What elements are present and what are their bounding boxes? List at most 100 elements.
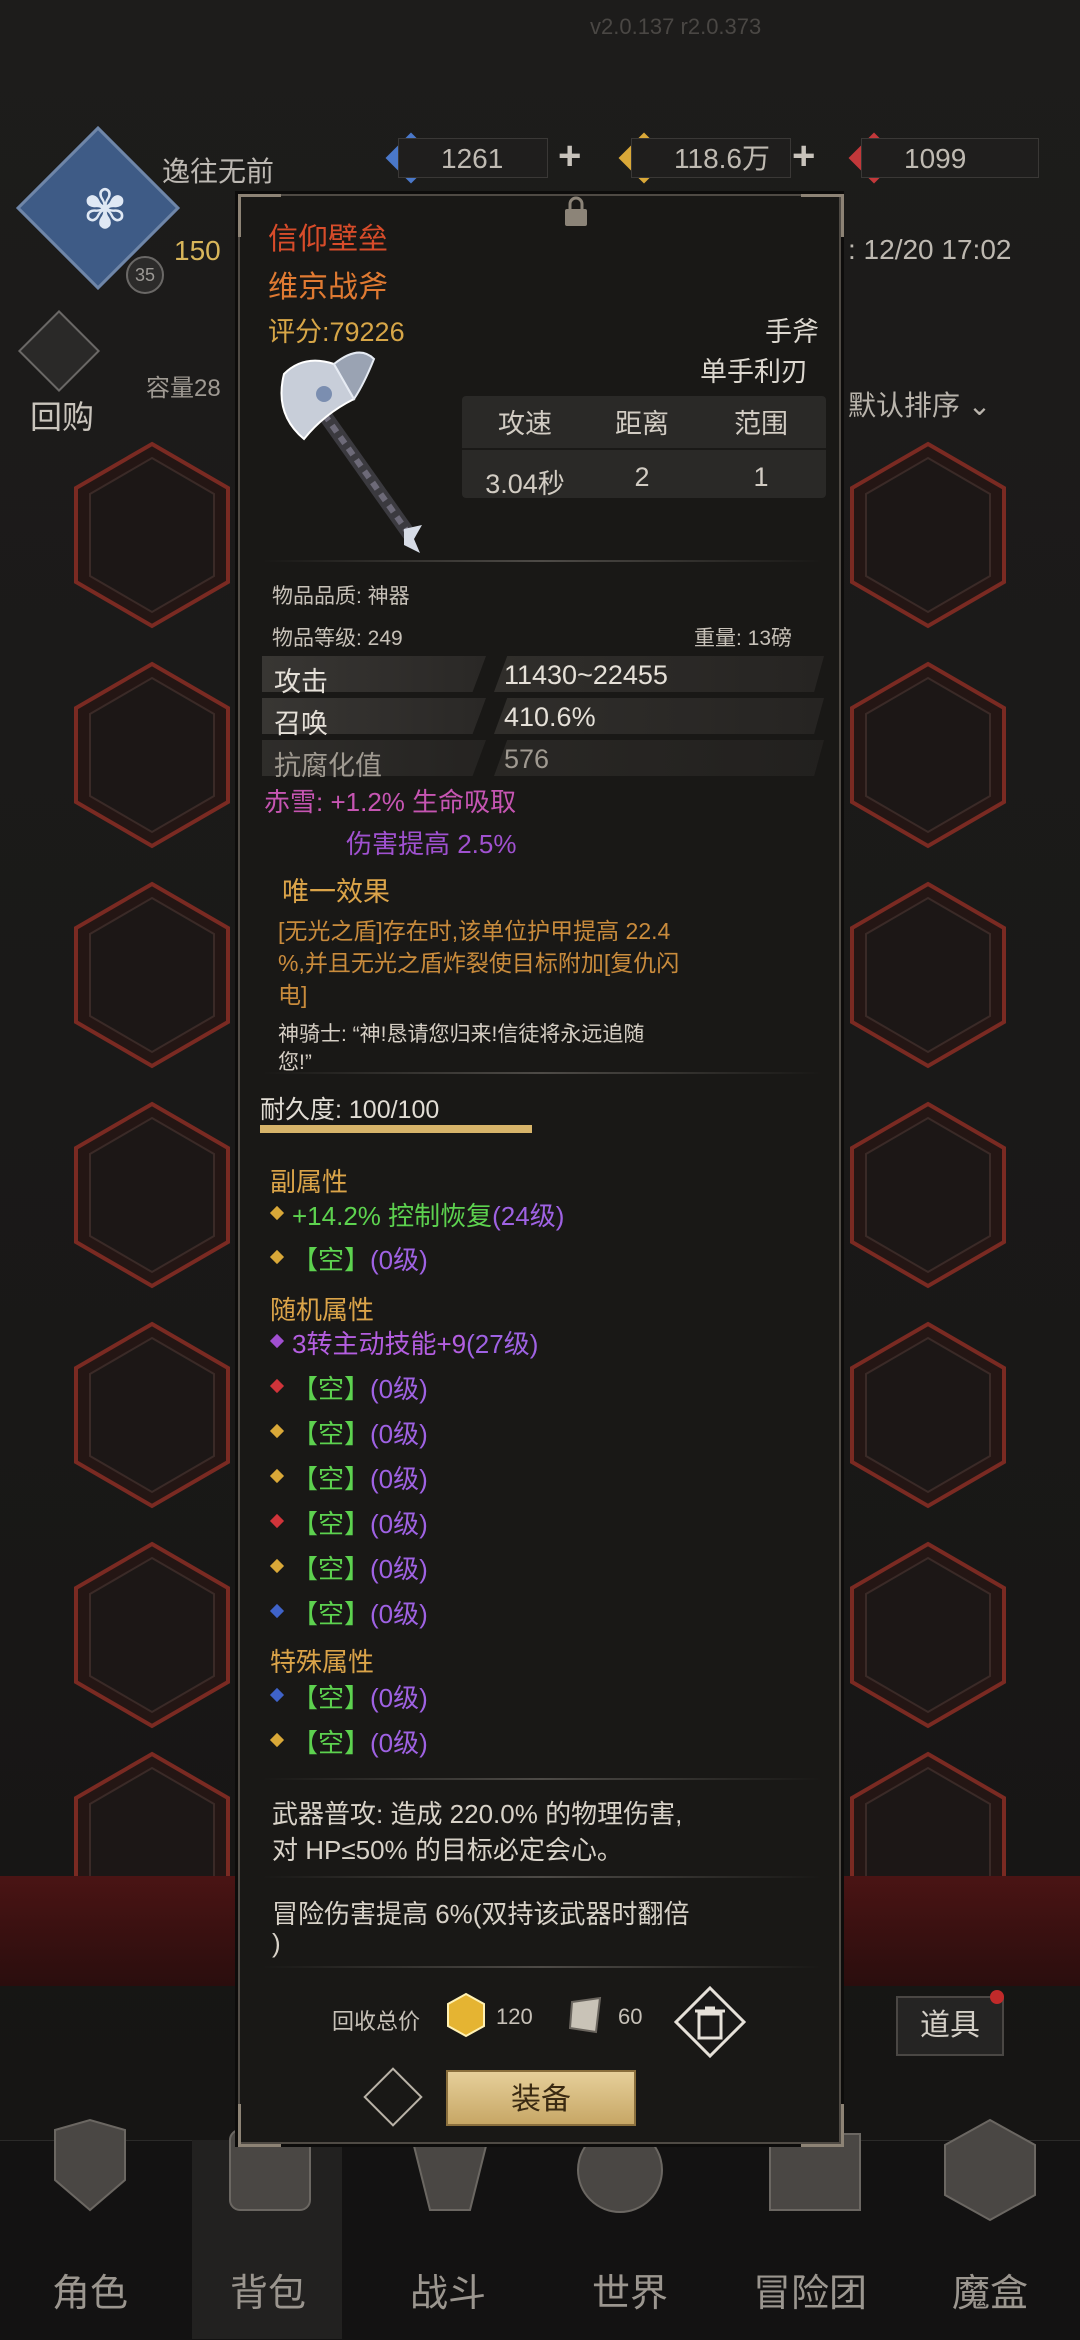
unique-effect-line: 电]: [278, 982, 308, 1008]
attribute-text: 【空】: [292, 1509, 371, 1539]
inventory-slot[interactable]: [848, 660, 1008, 850]
attribute-text: 【空】: [292, 1419, 371, 1449]
attribute-text: 【空】: [292, 1599, 371, 1629]
unique-effect-line: %,并且无光之盾炸裂使目标附加[复仇闪: [278, 950, 680, 976]
attribute-line: 【空】(0级): [292, 1594, 428, 1631]
attribute-value: 576: [504, 744, 550, 774]
item-set-name: 信仰壁垒: [268, 223, 388, 256]
unique-effect-title: 唯一效果: [282, 877, 390, 907]
stats-divider: [462, 448, 826, 450]
inventory-slot[interactable]: [72, 1320, 232, 1510]
nav-item-battle[interactable]: 战斗: [358, 2262, 538, 2317]
trash-icon[interactable]: [674, 1986, 746, 2058]
inventory-slot[interactable]: [72, 440, 232, 630]
attribute-text: 【空】: [292, 1728, 371, 1758]
divider: [262, 1966, 822, 1968]
player-name: 逸往无前: [162, 156, 275, 187]
durability-bar: [260, 1125, 532, 1133]
attribute-row-corruption-resist: 抗腐化值 576: [262, 740, 826, 781]
equip-button[interactable]: 装备: [446, 2070, 636, 2126]
notification-dot: [990, 1990, 1004, 2004]
attribute-line: 【空】(0级): [292, 1723, 428, 1760]
attribute-line: 【空】(0级): [292, 1504, 428, 1541]
stat-header-area: 范围: [734, 409, 788, 439]
attribute-text: 【空】: [292, 1683, 371, 1713]
set-bonus-2: 伤害提高 2.5%: [346, 829, 517, 859]
inventory-slot[interactable]: [72, 660, 232, 850]
cube-icon: [944, 2118, 1036, 2222]
item-level: 物品等级: 249: [272, 627, 403, 650]
version-label: v2.0.137 r2.0.373: [590, 14, 762, 39]
recycle-scroll-amount: 60: [618, 2004, 643, 2029]
attribute-level: (0级): [370, 1245, 428, 1275]
inventory-slot[interactable]: [72, 880, 232, 1070]
item-quality: 物品品质: 神器: [272, 585, 410, 608]
attribute-text: 3转主动技能+9: [292, 1329, 467, 1359]
flavor-text-line: 神骑士: “神!恳请您归来!信徒将永远追随: [278, 1023, 645, 1046]
attribute-text: 【空】: [292, 1554, 371, 1584]
set-bonus-1: 赤雪: +1.2% 生命吸取: [264, 787, 517, 817]
nav-item-world[interactable]: 世界: [540, 2262, 720, 2317]
viking-axe-icon: [280, 351, 422, 553]
recycle-gold-amount: 120: [496, 2004, 533, 2029]
attribute-line: 【空】(0级): [292, 1369, 428, 1406]
inventory-slot[interactable]: [72, 1100, 232, 1290]
gold-gem-count: 118.6万: [631, 138, 791, 178]
popup-corner: [801, 2104, 844, 2147]
buyback-label[interactable]: 回购: [30, 392, 94, 438]
sub-attributes-title: 副属性: [270, 1167, 349, 1197]
divider: [262, 1778, 822, 1780]
items-tab-button[interactable]: 道具: [896, 1996, 1004, 2056]
attribute-level: (0级): [370, 1509, 428, 1539]
attribute-text: +14.2% 控制恢复: [292, 1201, 493, 1231]
attribute-line: 【空】(0级): [292, 1240, 428, 1277]
red-gem-count: 1099: [861, 138, 1039, 178]
attribute-level: (0级): [370, 1728, 428, 1758]
attribute-level: (24级): [492, 1201, 565, 1231]
event-timer: : 12/20 17:02: [848, 234, 1012, 265]
player-level-badge: 35: [126, 256, 164, 294]
popup-corner: [238, 2104, 281, 2147]
attribute-level: (0级): [370, 1554, 428, 1584]
chevron-down-icon: ⌄: [967, 390, 992, 421]
nav-item-magic-box[interactable]: 魔盒: [900, 2262, 1080, 2317]
item-type: 手斧: [765, 317, 819, 347]
durability-label: 耐久度: 100/100: [260, 1096, 440, 1124]
popup-corner: [801, 194, 844, 237]
inventory-slot[interactable]: [848, 440, 1008, 630]
attribute-name: 抗腐化值: [274, 751, 382, 781]
inventory-slot[interactable]: [848, 1320, 1008, 1510]
attribute-row-attack: 攻击 11430~22455: [262, 656, 826, 697]
recycle-total-label: 回收总价: [332, 2009, 421, 2034]
lock-icon[interactable]: [562, 196, 590, 228]
nav-item-bag[interactable]: 背包: [178, 2262, 358, 2317]
random-attributes-title: 随机属性: [270, 1295, 375, 1325]
add-blue-gem-button[interactable]: +: [558, 134, 581, 179]
attribute-line: 【空】(0级): [292, 1459, 428, 1496]
nav-item-adventure-team[interactable]: 冒险团: [720, 2262, 900, 2317]
inventory-slot[interactable]: [72, 1540, 232, 1730]
attribute-name: 召唤: [274, 709, 328, 739]
attribute-text: 【空】: [292, 1464, 371, 1494]
inventory-slot[interactable]: [848, 880, 1008, 1070]
item-weight: 重量: 13磅: [694, 627, 793, 650]
attribute-level: (0级): [370, 1599, 428, 1629]
attribute-line: 3转主动技能+9(27级): [292, 1324, 538, 1361]
attribute-name: 攻击: [274, 667, 328, 697]
nav-item-character[interactable]: 角色: [0, 2262, 180, 2317]
stat-header-range: 距离: [615, 409, 669, 439]
helmet-icon: [54, 2118, 126, 2212]
divider: [262, 1072, 822, 1074]
sort-dropdown[interactable]: 默认排序 ⌄: [848, 384, 991, 424]
scroll-icon: [568, 1996, 602, 2034]
add-gold-gem-button[interactable]: +: [792, 134, 815, 179]
inventory-slot[interactable]: [848, 1100, 1008, 1290]
attribute-value: 410.6%: [504, 702, 596, 732]
attribute-level: (0级): [370, 1374, 428, 1404]
attribute-row-summon: 召唤 410.6%: [262, 698, 826, 739]
weapon-attack-desc: 对 HP≤50% 的目标必定会心。: [272, 1835, 623, 1865]
inventory-slot[interactable]: [848, 1540, 1008, 1730]
gold-gem-icon: [447, 1992, 485, 2038]
divider: [262, 1876, 822, 1878]
sort-label: 默认排序: [848, 390, 961, 421]
